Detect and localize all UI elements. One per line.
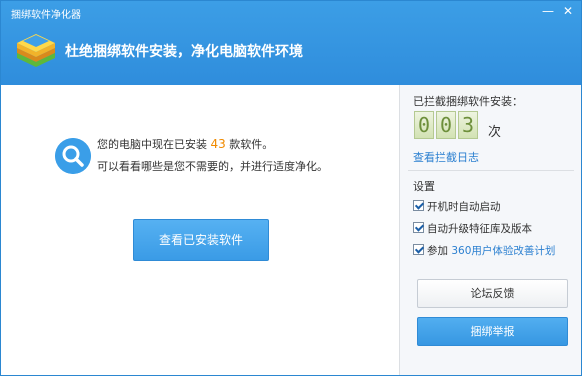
ux-program-checkbox[interactable]: [413, 244, 424, 255]
auto-update-label: 自动升级特征库及版本: [427, 223, 532, 235]
counter-digit: 0: [414, 111, 434, 139]
installed-info: 您的电脑中现在已安装 43 款软件。: [97, 136, 273, 152]
close-icon[interactable]: ✕: [559, 3, 577, 19]
counter-digit: 0: [436, 111, 456, 139]
minimize-icon[interactable]: —: [539, 3, 557, 19]
bundle-report-button[interactable]: 捆绑举报: [417, 317, 568, 346]
divider: [408, 170, 574, 171]
header-banner: 捆绑软件净化器 — ✕ 杜绝捆绑软件安装，净化电脑软件环境: [1, 1, 581, 85]
blocked-title: 已拦截捆绑软件安装：: [413, 95, 523, 108]
ux-program-link[interactable]: 360用户体验改善计划: [451, 245, 555, 257]
slogan-text: 杜绝捆绑软件安装，净化电脑软件环境: [65, 44, 303, 60]
auto-start-checkbox[interactable]: [413, 200, 424, 211]
cleanup-hint: 可以看看哪些是您不需要的，并进行适度净化。: [97, 160, 328, 173]
layers-logo-icon: [17, 34, 55, 67]
auto-update-option[interactable]: 自动升级特征库及版本: [413, 221, 532, 235]
ux-program-option[interactable]: 参加 360用户体验改善计划: [413, 243, 555, 257]
auto-start-label: 开机时自动启动: [427, 201, 501, 213]
search-icon: [55, 138, 91, 174]
view-log-link[interactable]: 查看拦截日志: [413, 149, 479, 165]
view-installed-button[interactable]: 查看已安装软件: [133, 219, 269, 261]
settings-title: 设置: [413, 180, 435, 193]
installed-prefix: 您的电脑中现在已安装: [97, 138, 207, 151]
sidebar: 已拦截捆绑软件安装： 003 次 查看拦截日志 设置 开机时自动启动 自动升级特…: [399, 85, 581, 375]
forum-feedback-button[interactable]: 论坛反馈: [417, 279, 568, 308]
auto-update-checkbox[interactable]: [413, 222, 424, 233]
app-window: 捆绑软件净化器 — ✕ 杜绝捆绑软件安装，净化电脑软件环境 您的电脑中现在已安装…: [0, 0, 582, 376]
times-label: 次: [488, 125, 502, 140]
ux-program-prefix: 参加: [427, 245, 448, 257]
main-panel: 您的电脑中现在已安装 43 款软件。 可以看看哪些是您不需要的，并进行适度净化。…: [1, 85, 399, 375]
auto-start-option[interactable]: 开机时自动启动: [413, 199, 501, 213]
counter-digit: 3: [458, 111, 478, 139]
window-title: 捆绑软件净化器: [11, 10, 81, 21]
installed-count: 43: [210, 137, 226, 151]
installed-suffix: 款软件。: [229, 138, 274, 151]
blocked-counter: 003: [414, 111, 480, 139]
